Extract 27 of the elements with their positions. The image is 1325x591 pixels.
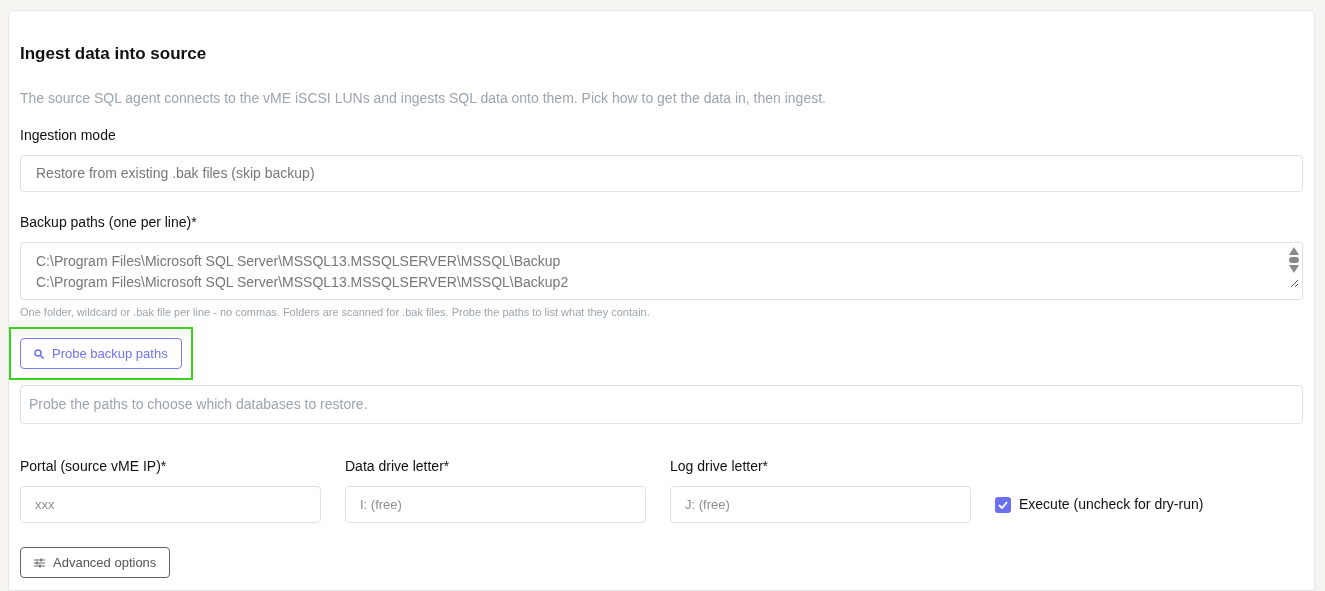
path-line: C:\Program Files\Microsoft SQL Server\MSSQL13.MSSQLSERVER\MSSQL\Backup2	[36, 273, 570, 292]
advanced-options-button[interactable]: Advanced options	[20, 547, 171, 578]
field-label: Portal (source vME IP)*	[20, 457, 168, 476]
textarea-field[interactable]: C:\Program Files\Microsoft SQL Server\MSSQL13.MSSQLSERVER\MSSQL\Backup C:\Program Files\Microsoft SQL Server\MSSQL13.MSSQLSERVER\MSSQL\Backup2	[20, 242, 1303, 300]
scroll-down-icon[interactable]	[1289, 265, 1299, 273]
path-line: C:\Program Files\Microsoft SQL Server\MSSQL13.MSSQLSERVER\MSSQL\Backup	[36, 252, 562, 271]
field-label: Ingestion mode	[20, 126, 117, 145]
input-field[interactable]: J: (free)	[670, 486, 971, 523]
checkmark-icon	[998, 500, 1008, 509]
select-field[interactable]: Restore from existing .bak files (skip backup)	[20, 155, 1303, 192]
scroll-up-icon[interactable]	[1289, 247, 1299, 255]
input-field[interactable]: I: (free)	[345, 486, 646, 523]
resize-handle-icon[interactable]	[1289, 278, 1299, 288]
field-label: Log drive letter*	[670, 457, 770, 476]
search-icon	[34, 348, 44, 359]
checkbox-label: Execute (uncheck for dry-run)	[1019, 495, 1204, 514]
field-label: Data drive letter*	[345, 457, 451, 476]
help-text: One folder, wildcard or .bak file per line - no commas. Folders are scanned for .bak files. Probe the paths to list what they contain.	[20, 305, 651, 319]
description: The source SQL agent connects to the vME iSCSI LUNs and ingests SQL data onto them. Pick how to get the data in, then ingest.	[20, 89, 827, 108]
section-title: Ingest data into source	[20, 43, 208, 65]
sliders-icon	[34, 557, 45, 568]
field-label: Backup paths (one per line)*	[20, 213, 198, 232]
scrollbar-thumb-icon[interactable]	[1289, 257, 1299, 263]
database-picker-field[interactable]: Probe the paths to choose which databases to restore.	[20, 385, 1303, 424]
checkbox[interactable]	[995, 496, 1011, 513]
probe-button[interactable]: Probe backup paths	[20, 338, 182, 369]
input-field[interactable]: xxx	[20, 486, 321, 523]
